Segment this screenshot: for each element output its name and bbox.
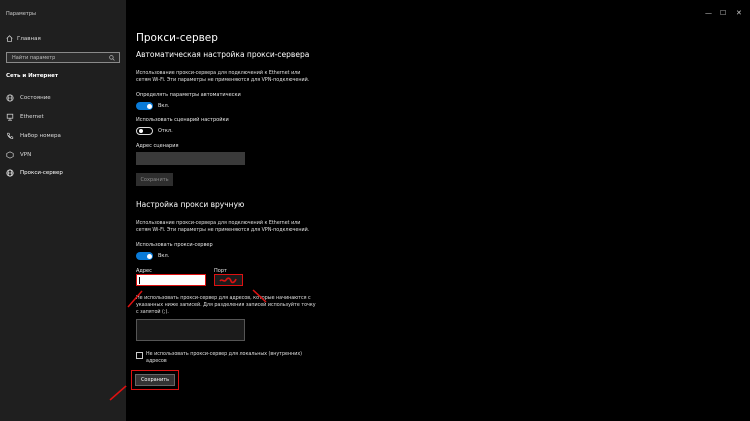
search-icon — [109, 55, 115, 61]
home-icon — [6, 35, 13, 42]
sidebar-item-label: Прокси-сервер — [20, 169, 63, 176]
globe-icon — [6, 168, 14, 177]
ethernet-icon — [6, 113, 14, 121]
sidebar-item-proxy[interactable]: Прокси-сервер — [0, 166, 126, 179]
arrow-to-port — [252, 289, 267, 303]
proxy-settings-page: Прокси-сервер Автоматическая настройка п… — [126, 0, 750, 421]
sidebar-item-vpn[interactable]: VPN — [0, 148, 126, 161]
sidebar-home-label: Главная — [17, 35, 41, 42]
sidebar-item-label: VPN — [20, 151, 32, 158]
window-title: Параметры — [6, 11, 36, 17]
annotation-arrows — [126, 289, 267, 387]
sidebar: Параметры Главная Найти параметр Сеть и … — [0, 0, 126, 421]
sidebar-item-ethernet[interactable]: Ethernet — [0, 110, 126, 123]
arrow-to-address — [127, 290, 143, 308]
sidebar-item-status[interactable]: Состояние — [0, 91, 126, 104]
globe-icon — [6, 93, 14, 102]
sidebar-section-title: Сеть и Интернет — [6, 73, 59, 79]
sidebar-item-label: Ethernet — [20, 113, 44, 120]
vpn-icon — [6, 150, 14, 159]
search-placeholder: Найти параметр — [12, 55, 56, 61]
sidebar-item-dialup[interactable]: Набор номера — [0, 129, 126, 142]
sidebar-item-label: Набор номера — [20, 132, 61, 139]
sidebar-home[interactable]: Главная — [6, 35, 41, 42]
settings-window: Параметры Главная Найти параметр Сеть и … — [0, 0, 750, 421]
phone-icon — [7, 132, 14, 139]
search-input[interactable]: Найти параметр — [6, 52, 120, 63]
arrow-to-save-left — [109, 385, 127, 401]
sidebar-item-label: Состояние — [20, 94, 51, 101]
